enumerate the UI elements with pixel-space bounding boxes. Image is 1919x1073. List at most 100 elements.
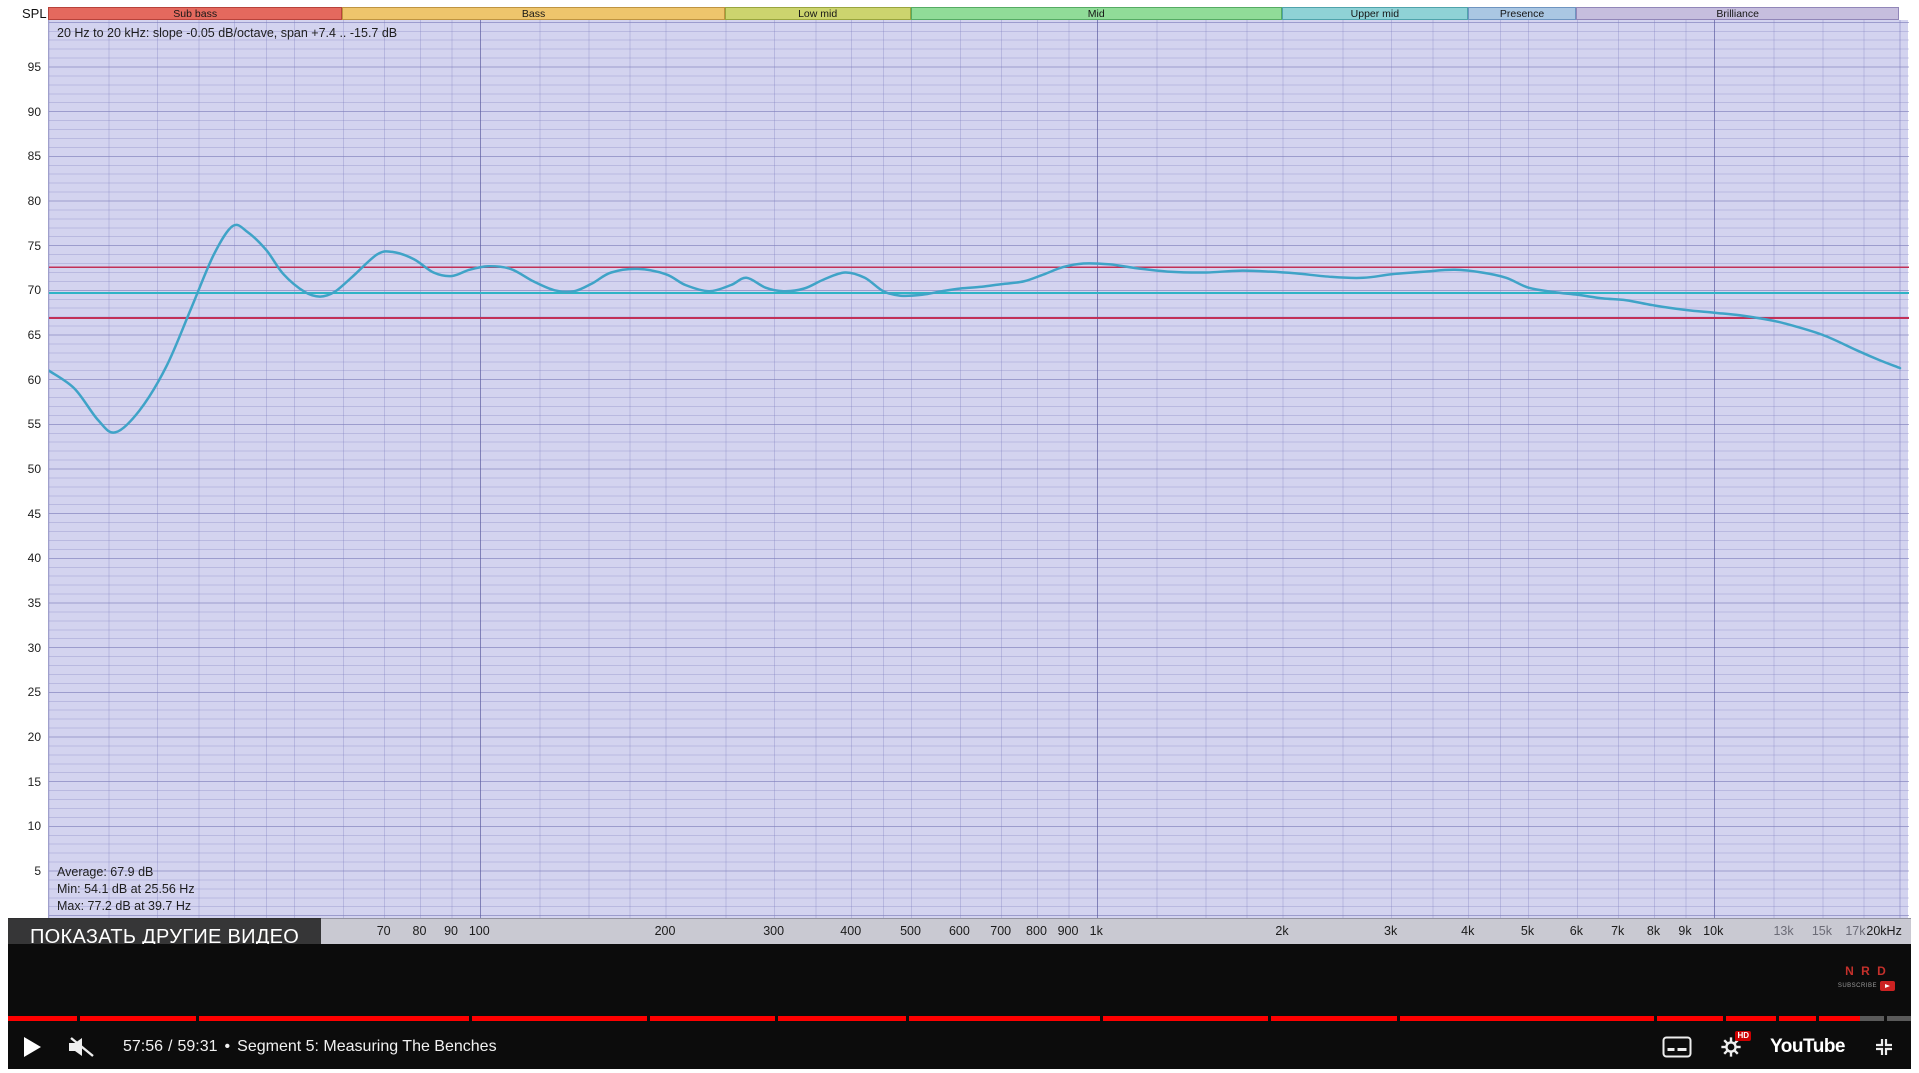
- y-tick-label: 25: [8, 684, 41, 700]
- band-sub-bass: Sub bass: [48, 7, 342, 20]
- y-tick-label: 55: [8, 416, 41, 432]
- y-tick-label: 50: [8, 461, 41, 477]
- x-tick-label: 13k: [1773, 924, 1793, 938]
- progress-bar[interactable]: [8, 1016, 1911, 1021]
- band-low-mid: Low mid: [725, 7, 911, 20]
- y-tick-label: 5: [8, 863, 41, 879]
- band-presence: Presence: [1468, 7, 1577, 20]
- chapter-gap: [1268, 1016, 1271, 1021]
- x-tick-label: 6k: [1570, 924, 1583, 938]
- x-tick-label: 200: [655, 924, 676, 938]
- band-row: Sub bassBassLow midMidUpper midPresenceB…: [48, 7, 1899, 20]
- stat-max: Max: 77.2 dB at 39.7 Hz: [57, 898, 195, 915]
- x-tick-label: 70: [377, 924, 391, 938]
- chapter-bullet: •: [225, 1038, 231, 1056]
- x-tick-label: 600: [949, 924, 970, 938]
- x-tick-label: 90: [444, 924, 458, 938]
- chapter-gap: [1397, 1016, 1400, 1021]
- x-tick-label: 400: [840, 924, 861, 938]
- subtitles-button[interactable]: [1662, 1036, 1692, 1058]
- x-tick-label: 500: [900, 924, 921, 938]
- x-tick-label: 80: [413, 924, 427, 938]
- y-tick-label: 20: [8, 729, 41, 745]
- play-icon: [24, 1037, 41, 1057]
- play-button[interactable]: [24, 1037, 41, 1057]
- exit-fullscreen-icon: [1873, 1036, 1895, 1058]
- time-divider: /: [168, 1038, 172, 1056]
- player-controls: 57:56 / 59:31 • Segment 5: Measuring The…: [8, 1030, 1911, 1064]
- band-brilliance: Brilliance: [1576, 7, 1899, 20]
- x-tick-label: 4k: [1461, 924, 1474, 938]
- x-tick-label: 9k: [1678, 924, 1691, 938]
- hd-badge: HD: [1735, 1031, 1751, 1041]
- subtitles-icon: [1662, 1036, 1692, 1058]
- y-tick-label: 10: [8, 818, 41, 834]
- volume-muted-icon: [67, 1036, 95, 1058]
- x-tick-label: 20kHz: [1866, 924, 1901, 938]
- x-tick-label: 700: [990, 924, 1011, 938]
- y-tick-label: 95: [8, 59, 41, 75]
- response-curve: [49, 225, 1900, 433]
- watermark-name: N R D: [1845, 964, 1888, 978]
- time-display: 57:56 / 59:31 • Segment 5: Measuring The…: [123, 1038, 497, 1056]
- chapter-gap: [647, 1016, 650, 1021]
- stats-block: Average: 67.9 dB Min: 54.1 dB at 25.56 H…: [57, 864, 195, 915]
- y-tick-label: 80: [8, 193, 41, 209]
- y-tick-label: 70: [8, 282, 41, 298]
- y-tick-label: 60: [8, 372, 41, 388]
- chapter-gap: [469, 1016, 472, 1021]
- stat-average: Average: 67.9 dB: [57, 864, 195, 881]
- progress-played: [8, 1016, 1860, 1021]
- chapter-gap: [775, 1016, 778, 1021]
- channel-watermark[interactable]: N R D SUBSCRIBE: [1838, 964, 1895, 991]
- watermark-play-icon: [1880, 981, 1895, 991]
- chapter-gap: [1723, 1016, 1726, 1021]
- y-tick-label: 85: [8, 148, 41, 164]
- spl-chart: SPL Sub bassBassLow midMidUpper midPrese…: [8, 4, 1911, 944]
- y-tick-label: 90: [8, 104, 41, 120]
- video-player[interactable]: SPL Sub bassBassLow midMidUpper midPrese…: [8, 4, 1911, 1069]
- x-tick-label: 800: [1026, 924, 1047, 938]
- x-tick-label: 300: [763, 924, 784, 938]
- plot-svg: [49, 20, 1909, 918]
- chapter-gap: [906, 1016, 909, 1021]
- chapter-gap: [1654, 1016, 1657, 1021]
- x-tick-label: 10k: [1703, 924, 1723, 938]
- chapter-gap: [1776, 1016, 1779, 1021]
- watermark-subscribe-row: SUBSCRIBE: [1838, 981, 1895, 991]
- plot-area: 20 Hz to 20 kHz: slope -0.05 dB/octave, …: [48, 20, 1908, 918]
- volume-button[interactable]: [67, 1036, 95, 1058]
- chapter-gap: [77, 1016, 80, 1021]
- x-tick-label: 900: [1058, 924, 1079, 938]
- y-tick-label: 30: [8, 640, 41, 656]
- chapter-gap: [1884, 1016, 1887, 1021]
- youtube-logo[interactable]: YouTube: [1770, 1036, 1845, 1058]
- x-tick-label: 3k: [1384, 924, 1397, 938]
- player-bottom-bar: N R D SUBSCRIBE: [8, 944, 1911, 1069]
- x-tick-label: 100: [469, 924, 490, 938]
- left-controls: 57:56 / 59:31 • Segment 5: Measuring The…: [24, 1036, 497, 1058]
- x-tick-label: 8k: [1647, 924, 1660, 938]
- page: SPL Sub bassBassLow midMidUpper midPrese…: [0, 0, 1919, 1073]
- time-current: 57:56: [123, 1038, 163, 1056]
- band-upper-mid: Upper mid: [1282, 7, 1468, 20]
- y-tick-label: 15: [8, 774, 41, 790]
- range-info: 20 Hz to 20 kHz: slope -0.05 dB/octave, …: [57, 26, 397, 40]
- chapter-gap: [1816, 1016, 1819, 1021]
- band-mid: Mid: [911, 7, 1282, 20]
- right-controls: HD YouTube: [1662, 1036, 1895, 1058]
- y-tick-label: 35: [8, 595, 41, 611]
- chapter-gap: [1100, 1016, 1103, 1021]
- time-duration: 59:31: [178, 1038, 218, 1056]
- y-tick-label: 75: [8, 238, 41, 254]
- x-tick-label: 15k: [1812, 924, 1832, 938]
- y-tick-label: 40: [8, 550, 41, 566]
- chapter-gap: [196, 1016, 199, 1021]
- band-bass: Bass: [342, 7, 724, 20]
- x-tick-label: 5k: [1521, 924, 1534, 938]
- y-tick-label: 45: [8, 506, 41, 522]
- chapter-title[interactable]: Segment 5: Measuring The Benches: [237, 1038, 496, 1056]
- watermark-subscribe-label: SUBSCRIBE: [1838, 983, 1877, 989]
- settings-button[interactable]: HD: [1720, 1036, 1742, 1058]
- fullscreen-button[interactable]: [1873, 1036, 1895, 1058]
